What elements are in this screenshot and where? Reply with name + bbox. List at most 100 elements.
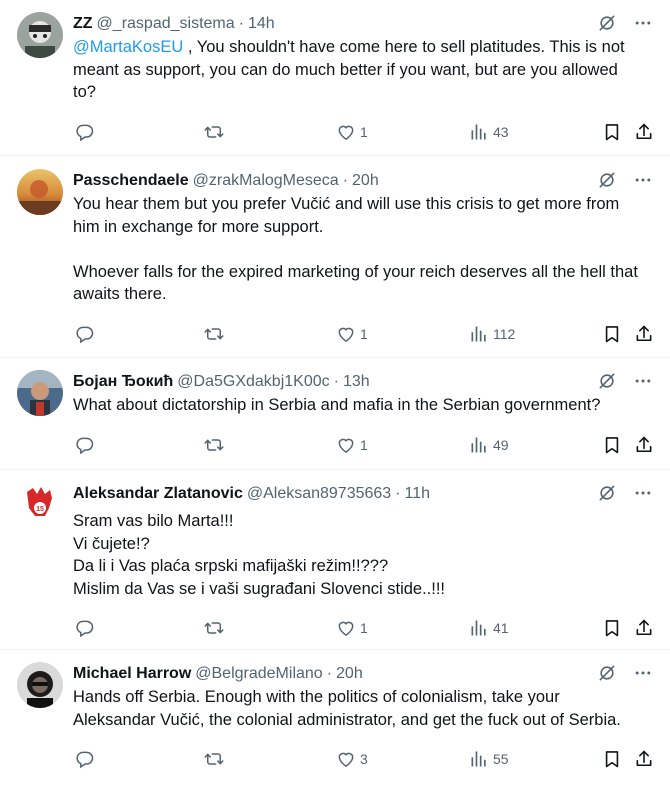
- more-icon[interactable]: [632, 12, 654, 34]
- like-button[interactable]: 3: [336, 749, 368, 769]
- svg-text:15: 15: [36, 506, 44, 513]
- tweet-paragraph: What about dictatorship in Serbia and ma…: [73, 396, 601, 414]
- views-icon: [469, 435, 489, 455]
- reply-button[interactable]: [75, 122, 95, 142]
- bookmark-button[interactable]: [602, 618, 622, 638]
- tweet-line: Mislim da Vas se i vaši sugrađani Sloven…: [73, 579, 446, 598]
- views-button[interactable]: 41: [469, 618, 509, 638]
- like-button[interactable]: 1: [336, 122, 368, 142]
- more-icon[interactable]: [632, 169, 654, 191]
- tweet-paragraph: Hands off Serbia. Enough with the politi…: [73, 688, 621, 729]
- retweet-button[interactable]: [204, 324, 224, 344]
- grok-icon[interactable]: [596, 12, 618, 34]
- avatar[interactable]: [17, 169, 63, 215]
- avatar[interactable]: [17, 12, 63, 58]
- share-icon: [634, 324, 654, 344]
- retweet-button[interactable]: [204, 435, 224, 455]
- views-icon: [469, 618, 489, 638]
- more-icon[interactable]: [632, 662, 654, 684]
- author-handle[interactable]: @Da5GXdakbj1K00c: [177, 370, 329, 394]
- views-button[interactable]: 49: [469, 435, 509, 455]
- separator-dot: ·: [333, 373, 339, 390]
- like-button[interactable]: 1: [336, 618, 368, 638]
- author-name[interactable]: Бојан Ђокић: [73, 370, 173, 394]
- views-button[interactable]: 55: [469, 749, 509, 769]
- retweet-icon: [204, 122, 224, 142]
- share-icon: [634, 122, 654, 142]
- grok-icon[interactable]: [596, 370, 618, 392]
- reply-icon: [75, 435, 95, 455]
- timestamp[interactable]: 13h: [343, 370, 370, 394]
- view-count: 112: [493, 325, 516, 342]
- view-count: 41: [493, 620, 509, 636]
- action-bar: 1 49: [73, 425, 654, 473]
- like-button[interactable]: 1: [336, 324, 368, 344]
- retweet-button[interactable]: [204, 618, 224, 638]
- tweet[interactable]: 15 Aleksandar Zlatanovic @Aleksan8973566…: [0, 470, 670, 650]
- retweet-icon: [204, 618, 224, 638]
- reply-button[interactable]: [75, 749, 95, 769]
- reply-button[interactable]: [75, 324, 95, 344]
- share-button[interactable]: [634, 435, 654, 455]
- timestamp[interactable]: 20h: [352, 169, 379, 193]
- like-count: 1: [360, 436, 368, 453]
- like-button[interactable]: 1: [336, 435, 368, 455]
- bookmark-button[interactable]: [602, 435, 622, 455]
- reply-button[interactable]: [75, 618, 95, 638]
- bookmark-button[interactable]: [602, 122, 622, 142]
- bookmark-button[interactable]: [602, 324, 622, 344]
- author-name[interactable]: Aleksandar Zlatanovic: [73, 482, 243, 506]
- author-name[interactable]: ZZ: [73, 12, 93, 36]
- author-handle[interactable]: @zrakMalogMeseca: [193, 169, 339, 193]
- share-icon: [634, 435, 654, 455]
- more-icon[interactable]: [632, 482, 654, 504]
- bookmark-button[interactable]: [602, 749, 622, 769]
- grok-icon[interactable]: [596, 662, 618, 684]
- tweet-line: Sram vas bilo Marta!!!: [73, 512, 234, 530]
- tweet-line: Da li i Vas plaća srpski mafijaški režim…: [73, 557, 389, 575]
- views-button[interactable]: 112: [469, 324, 515, 344]
- tweet[interactable]: Michael Harrow @BelgradeMilano · 20h Han…: [0, 650, 670, 781]
- timestamp[interactable]: 20h: [336, 662, 363, 686]
- share-button[interactable]: [634, 618, 654, 638]
- views-icon: [469, 324, 489, 344]
- author-name[interactable]: Passchendaele: [73, 169, 189, 193]
- grok-icon[interactable]: [596, 482, 618, 504]
- reply-button[interactable]: [75, 435, 95, 455]
- tweet[interactable]: Бојан Ђокић @Da5GXdakbj1K00c · 13h What …: [0, 358, 670, 470]
- like-count: 1: [360, 620, 368, 636]
- tweet-text: @MartaKosEU , You shouldn't have come he…: [73, 36, 654, 104]
- author-name[interactable]: Michael Harrow: [73, 662, 191, 686]
- view-count: 43: [493, 123, 509, 140]
- views-button[interactable]: 43: [469, 122, 509, 142]
- share-button[interactable]: [634, 324, 654, 344]
- action-bar: 1 112: [73, 314, 654, 362]
- mention-link[interactable]: @MartaKosEU: [73, 38, 183, 56]
- reply-icon: [75, 122, 95, 142]
- heart-icon: [336, 324, 356, 344]
- reply-icon: [75, 749, 95, 769]
- share-button[interactable]: [634, 749, 654, 769]
- share-icon: [634, 749, 654, 769]
- grok-icon[interactable]: [596, 169, 618, 191]
- avatar[interactable]: 15: [17, 482, 63, 528]
- heart-icon: [336, 435, 356, 455]
- heart-icon: [336, 749, 356, 769]
- timestamp[interactable]: 14h: [248, 12, 275, 36]
- retweet-button[interactable]: [204, 122, 224, 142]
- retweet-button[interactable]: [204, 749, 224, 769]
- timestamp[interactable]: 11h: [405, 482, 431, 506]
- author-handle[interactable]: @BelgradeMilano: [195, 662, 322, 686]
- author-handle[interactable]: @_raspad_sistema: [97, 12, 235, 36]
- heart-icon: [336, 122, 356, 142]
- author-handle[interactable]: @Aleksan89735663: [247, 482, 391, 506]
- share-button[interactable]: [634, 122, 654, 142]
- tweet[interactable]: Passchendaele @zrakMalogMeseca · 20h You…: [0, 156, 670, 358]
- more-icon[interactable]: [632, 370, 654, 392]
- action-bar: 3 55: [73, 739, 654, 787]
- retweet-icon: [204, 324, 224, 344]
- avatar[interactable]: [17, 662, 63, 708]
- heart-icon: [336, 618, 356, 638]
- tweet[interactable]: ZZ @_raspad_sistema · 14h @MartaKosEU , …: [0, 0, 670, 156]
- avatar[interactable]: [17, 370, 63, 416]
